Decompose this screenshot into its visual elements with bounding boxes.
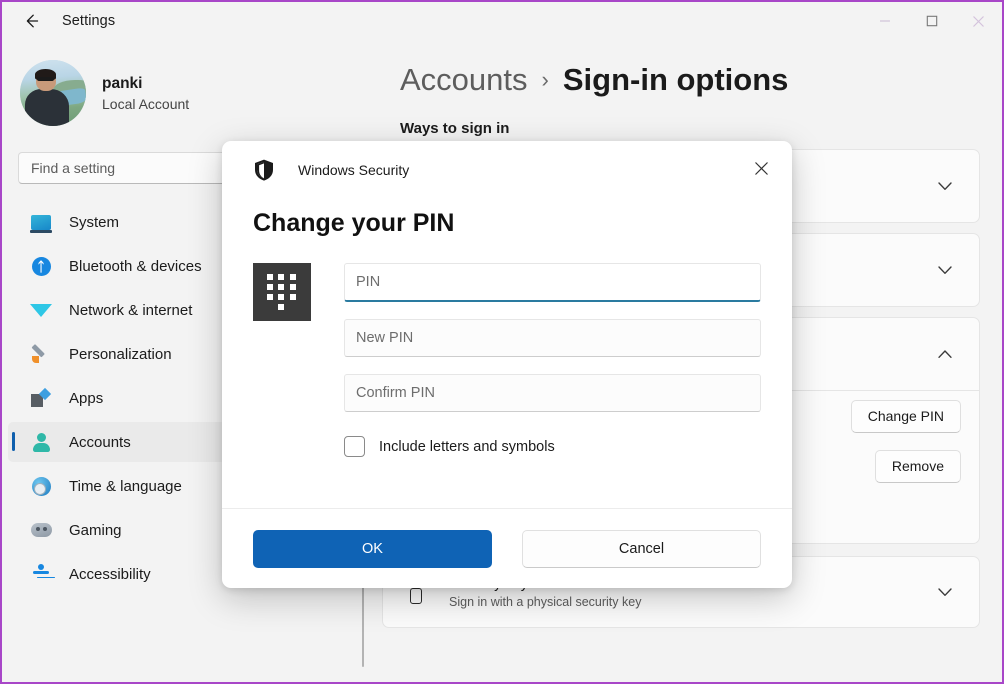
maximize-icon (926, 15, 937, 27)
sidebar-item-label: Time & language (69, 477, 182, 495)
window-controls (861, 2, 1002, 40)
close-icon (754, 161, 768, 175)
apps-icon (30, 387, 52, 409)
clock-globe-icon (30, 475, 52, 497)
profile-block[interactable]: panki Local Account (2, 40, 362, 126)
minimize-icon (879, 20, 890, 22)
system-icon (30, 211, 52, 233)
minimize-button[interactable] (861, 2, 908, 40)
shield-icon (255, 159, 273, 181)
section-heading: Ways to sign in (400, 120, 510, 137)
page-title: Sign-in options (562, 62, 789, 97)
accessibility-icon (30, 563, 52, 585)
profile-name: panki (102, 74, 143, 92)
sidebar-item-label: Network & internet (69, 301, 193, 319)
sidebar-item-label: Personalization (69, 345, 172, 363)
settings-window: Settings panki Local Account Find a sett… (0, 0, 1004, 684)
chevron-down-icon[interactable] (929, 254, 961, 286)
dialog-body: Include letters and symbols (222, 263, 792, 457)
current-pin-input[interactable] (344, 263, 761, 302)
remove-pin-button[interactable]: Remove (874, 449, 961, 483)
avatar (20, 60, 86, 126)
chevron-up-icon[interactable] (929, 338, 961, 370)
bluetooth-icon: ᛏ (30, 255, 52, 277)
sidebar-item-label: Apps (69, 389, 104, 407)
pin-fields: Include letters and symbols (344, 263, 761, 457)
accounts-icon (30, 431, 52, 453)
dialog-title: Change your PIN (253, 209, 455, 237)
arrow-left-icon (26, 14, 39, 28)
change-pin-button[interactable]: Change PIN (850, 399, 961, 433)
numeric-keypad-icon (253, 263, 311, 321)
dialog-header: Windows Security (222, 141, 792, 199)
include-letters-symbols-checkbox-row[interactable]: Include letters and symbols (344, 436, 761, 457)
dialog-close-button[interactable] (744, 151, 778, 185)
chevron-down-icon[interactable] (929, 576, 961, 608)
close-icon (973, 15, 984, 27)
include-letters-symbols-checkbox[interactable] (344, 436, 365, 457)
sidebar-item-label: Accounts (69, 433, 131, 451)
sidebar-item-label: Gaming (69, 521, 122, 539)
sidebar-item-label: System (69, 213, 120, 231)
cancel-button[interactable]: Cancel (522, 529, 761, 568)
paintbrush-icon (30, 343, 52, 365)
windows-security-dialog: Windows Security Change your PIN PIN New… (222, 141, 792, 588)
title-bar: Settings (2, 2, 1002, 40)
breadcrumb: Accounts › Sign-in options (400, 62, 1002, 98)
dialog-brand-label: Windows Security (298, 162, 410, 178)
breadcrumb-separator-icon: › (541, 67, 549, 92)
dialog-footer: OK Cancel (222, 508, 792, 588)
back-button[interactable] (8, 4, 54, 38)
card-subtitle: Sign in with a physical security key (449, 594, 642, 609)
ok-button[interactable]: OK (253, 529, 492, 568)
sidebar-item-label: Accessibility (69, 565, 151, 583)
profile-account-type: Local Account (102, 95, 190, 112)
app-title: Settings (62, 13, 116, 29)
new-pin-input[interactable] (344, 319, 761, 357)
breadcrumb-parent[interactable]: Accounts (400, 62, 528, 98)
confirm-pin-input[interactable] (344, 374, 761, 412)
checkbox-label: Include letters and symbols (379, 438, 555, 455)
gamepad-icon (30, 519, 52, 541)
chevron-down-icon[interactable] (929, 170, 961, 202)
close-button[interactable] (955, 2, 1002, 40)
maximize-button[interactable] (908, 2, 955, 40)
network-icon (30, 299, 52, 321)
sidebar-item-label: Bluetooth & devices (69, 257, 202, 275)
